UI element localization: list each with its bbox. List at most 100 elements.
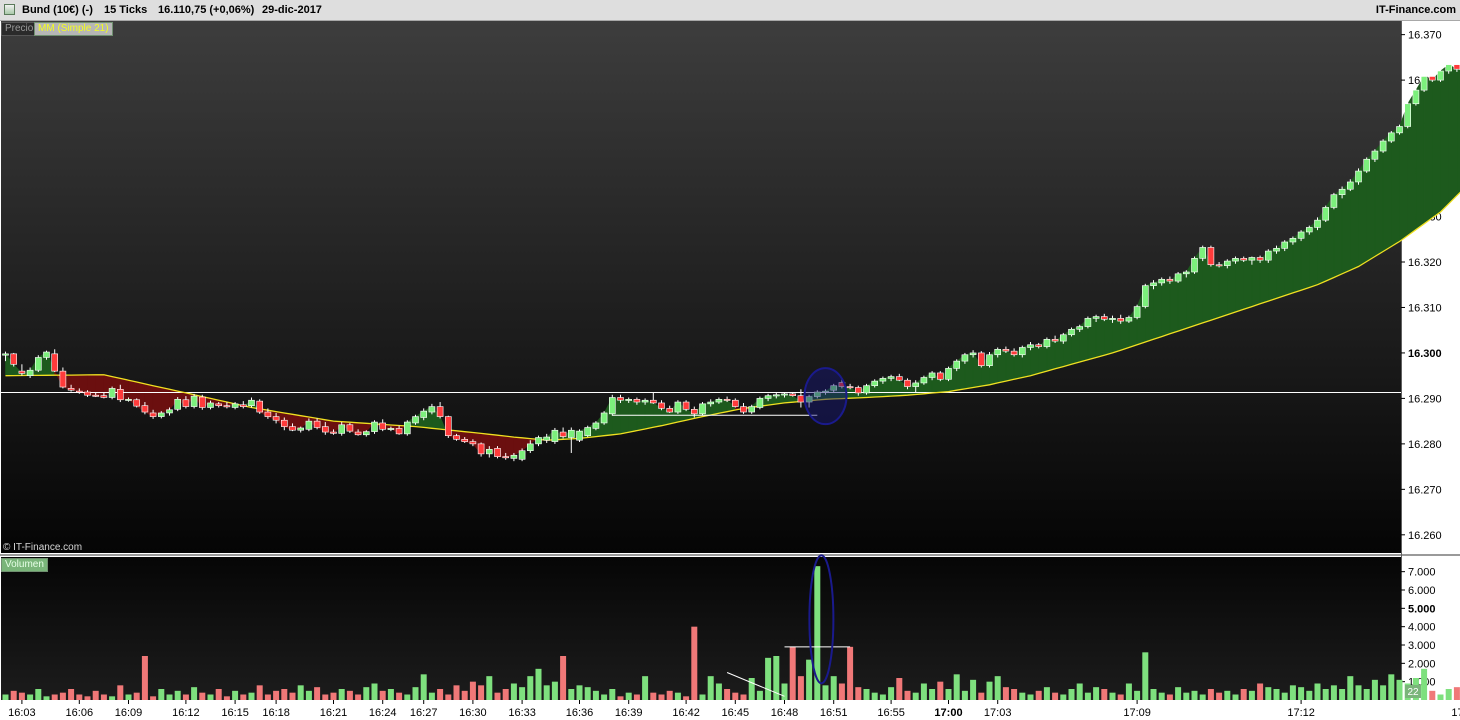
volume-bar[interactable] <box>27 694 34 701</box>
volume-bar[interactable] <box>502 689 509 700</box>
volume-bar[interactable] <box>199 692 206 700</box>
volume-bar[interactable] <box>453 685 460 700</box>
candle[interactable] <box>1379 139 1387 153</box>
volume-bar[interactable] <box>404 694 411 701</box>
volume-bar[interactable] <box>1175 687 1182 700</box>
volume-bar[interactable] <box>314 687 321 700</box>
volume-bar[interactable] <box>84 696 91 700</box>
volume-bar[interactable] <box>986 681 993 700</box>
candle[interactable] <box>1207 245 1215 267</box>
volume-bar[interactable] <box>584 687 591 700</box>
candle[interactable] <box>1404 101 1411 129</box>
volume-bar[interactable] <box>486 676 493 700</box>
volume-bar[interactable] <box>699 694 706 701</box>
volume-bar[interactable] <box>1265 687 1272 700</box>
volume-bar[interactable] <box>527 676 534 700</box>
volume-bar[interactable] <box>510 683 517 701</box>
candle[interactable] <box>977 351 985 368</box>
candle[interactable] <box>945 366 952 382</box>
volume-bar[interactable] <box>1060 694 1067 701</box>
volume-bar[interactable] <box>789 646 796 700</box>
volume-bar[interactable] <box>1011 689 1018 700</box>
volume-bar[interactable] <box>1093 687 1100 700</box>
volume-bar[interactable] <box>346 690 353 700</box>
candle[interactable] <box>756 396 764 410</box>
volume-bar[interactable] <box>1380 685 1387 700</box>
volume-bar[interactable] <box>1355 685 1362 700</box>
volume-bar[interactable] <box>756 690 763 700</box>
volume-bar[interactable] <box>1207 689 1214 700</box>
volume-bar[interactable] <box>125 694 132 701</box>
volume-bar[interactable] <box>264 694 271 701</box>
volume-bar[interactable] <box>141 656 148 700</box>
volume-bar[interactable] <box>1076 683 1083 701</box>
volume-bar[interactable] <box>68 689 75 700</box>
volume-bar[interactable] <box>1216 692 1223 700</box>
volume-plot-area[interactable] <box>1 557 1401 700</box>
volume-bar[interactable] <box>1273 689 1280 700</box>
volume-bar[interactable] <box>1453 687 1460 700</box>
volume-bar[interactable] <box>59 692 66 700</box>
volume-bar[interactable] <box>994 676 1001 700</box>
volume-bar[interactable] <box>469 681 476 700</box>
volume-bar[interactable] <box>363 687 370 700</box>
volume-bar[interactable] <box>592 690 599 700</box>
volume-bar[interactable] <box>1125 683 1132 701</box>
volume-panel-tag[interactable]: Volumen <box>1 558 48 572</box>
volume-bar[interactable] <box>1134 690 1141 700</box>
volume-bar[interactable] <box>732 692 739 700</box>
volume-bar[interactable] <box>1183 692 1190 700</box>
volume-bar[interactable] <box>1257 683 1264 701</box>
candle[interactable] <box>1174 271 1182 283</box>
volume-bar[interactable] <box>765 657 772 700</box>
volume-bar[interactable] <box>650 692 657 700</box>
volume-bar[interactable] <box>1158 692 1165 700</box>
volume-bar[interactable] <box>338 689 345 700</box>
volume-bar[interactable] <box>970 679 977 700</box>
volume-bar[interactable] <box>724 689 731 700</box>
volume-bar[interactable] <box>1142 652 1149 700</box>
volume-bar[interactable] <box>2 694 9 701</box>
volume-bar[interactable] <box>830 676 837 700</box>
volume-bar[interactable] <box>674 692 681 700</box>
volume-bar[interactable] <box>1396 679 1403 700</box>
volume-bar[interactable] <box>1084 692 1091 700</box>
volume-bar[interactable] <box>182 694 189 701</box>
candle[interactable] <box>699 402 706 416</box>
candle[interactable] <box>1084 316 1092 329</box>
volume-bar[interactable] <box>1330 685 1337 700</box>
volume-bar[interactable] <box>797 676 804 700</box>
candle[interactable] <box>608 394 616 416</box>
candle[interactable] <box>444 415 452 438</box>
volume-bar[interactable] <box>1027 694 1034 701</box>
candle[interactable] <box>1330 192 1338 210</box>
volume-bar[interactable] <box>879 694 886 701</box>
volume-bar[interactable] <box>929 689 936 700</box>
volume-bar[interactable] <box>1232 694 1239 701</box>
candle[interactable] <box>1191 256 1198 274</box>
volume-bar[interactable] <box>100 694 107 701</box>
volume-bar[interactable] <box>855 687 862 700</box>
volume-bar[interactable] <box>560 656 567 700</box>
chart-canvas[interactable]: 16.260 16.270 16.280 16.290 16.300 16.310 16.3… <box>0 21 1460 720</box>
volume-bar[interactable] <box>1224 690 1231 700</box>
volume-bar[interactable] <box>396 692 403 700</box>
volume-bar[interactable] <box>1429 690 1436 700</box>
volume-bar[interactable] <box>174 690 181 700</box>
volume-bar[interactable] <box>1166 694 1173 701</box>
volume-bar[interactable] <box>707 676 714 700</box>
volume-bar[interactable] <box>1437 694 1444 701</box>
volume-bar[interactable] <box>871 692 878 700</box>
volume-bar[interactable] <box>355 694 362 701</box>
volume-bar[interactable] <box>1035 690 1042 700</box>
volume-bar[interactable] <box>1421 668 1428 700</box>
candle[interactable] <box>863 383 870 395</box>
volume-bar[interactable] <box>371 683 378 701</box>
volume-bar[interactable] <box>166 694 173 701</box>
volume-bar[interactable] <box>822 685 829 700</box>
candle[interactable] <box>34 355 42 373</box>
volume-bar[interactable] <box>535 668 542 700</box>
volume-bar[interactable] <box>1306 690 1313 700</box>
volume-bar[interactable] <box>273 690 280 700</box>
volume-bar[interactable] <box>223 696 230 700</box>
